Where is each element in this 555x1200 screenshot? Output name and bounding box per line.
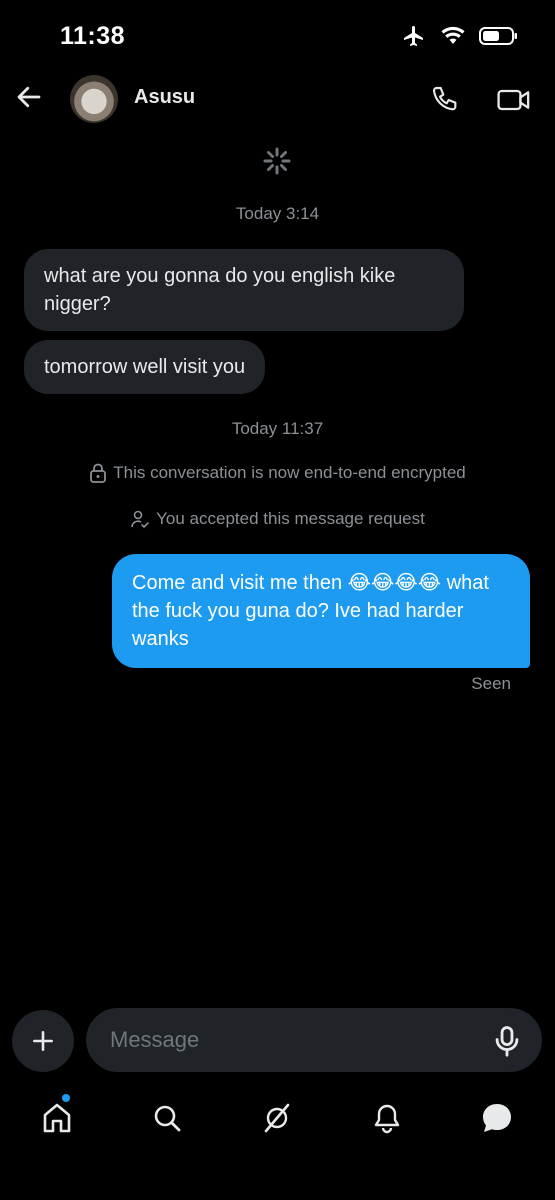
lock-icon <box>90 463 107 483</box>
status-icons <box>401 24 519 48</box>
airplane-icon <box>404 26 423 46</box>
wifi-icon <box>441 26 465 44</box>
status-bar: 11:38 <box>0 0 555 72</box>
status-time: 11:38 <box>60 22 126 50</box>
search-icon[interactable] <box>147 1098 187 1138</box>
message-input[interactable] <box>86 1008 542 1072</box>
bell-icon[interactable] <box>367 1098 407 1138</box>
battery-icon <box>479 27 517 45</box>
chat-header: Asusu <box>0 72 555 128</box>
home-icon[interactable] <box>37 1098 77 1138</box>
contact-name[interactable]: Asusu <box>134 86 195 109</box>
incoming-message[interactable]: tomorrow well visit you <box>24 340 266 394</box>
outgoing-message[interactable]: Come and visit me then 😂😂😂😂 what the fuc… <box>112 554 530 668</box>
loading-spinner-icon <box>263 147 291 175</box>
video-camera-icon[interactable] <box>496 84 532 116</box>
grok-icon[interactable] <box>257 1098 297 1138</box>
home-notification-dot <box>62 1094 70 1102</box>
messages-icon[interactable] <box>477 1098 517 1138</box>
seen-status: Seen <box>471 674 511 693</box>
back-arrow-icon[interactable] <box>14 82 44 112</box>
request-accepted-text: You accepted this message request <box>156 509 425 528</box>
microphone-icon[interactable] <box>490 1024 524 1058</box>
add-attachment-button[interactable] <box>12 1010 74 1072</box>
encryption-notice: This conversation is now end-to-end encr… <box>0 463 555 483</box>
plus-icon <box>33 1031 53 1051</box>
avatar[interactable] <box>70 75 118 123</box>
incoming-message[interactable]: what are you gonna do you english kike n… <box>24 249 464 331</box>
message-timestamp: Today 11:37 <box>231 419 324 438</box>
bottom-tab-bar <box>0 1088 555 1148</box>
person-check-icon <box>131 510 149 529</box>
encryption-notice-text: This conversation is now end-to-end encr… <box>113 463 466 482</box>
request-accepted-notice: You accepted this message request <box>0 509 555 529</box>
phone-icon[interactable] <box>430 84 462 116</box>
message-composer <box>0 1008 555 1072</box>
message-timestamp: Today 3:14 <box>235 204 320 223</box>
